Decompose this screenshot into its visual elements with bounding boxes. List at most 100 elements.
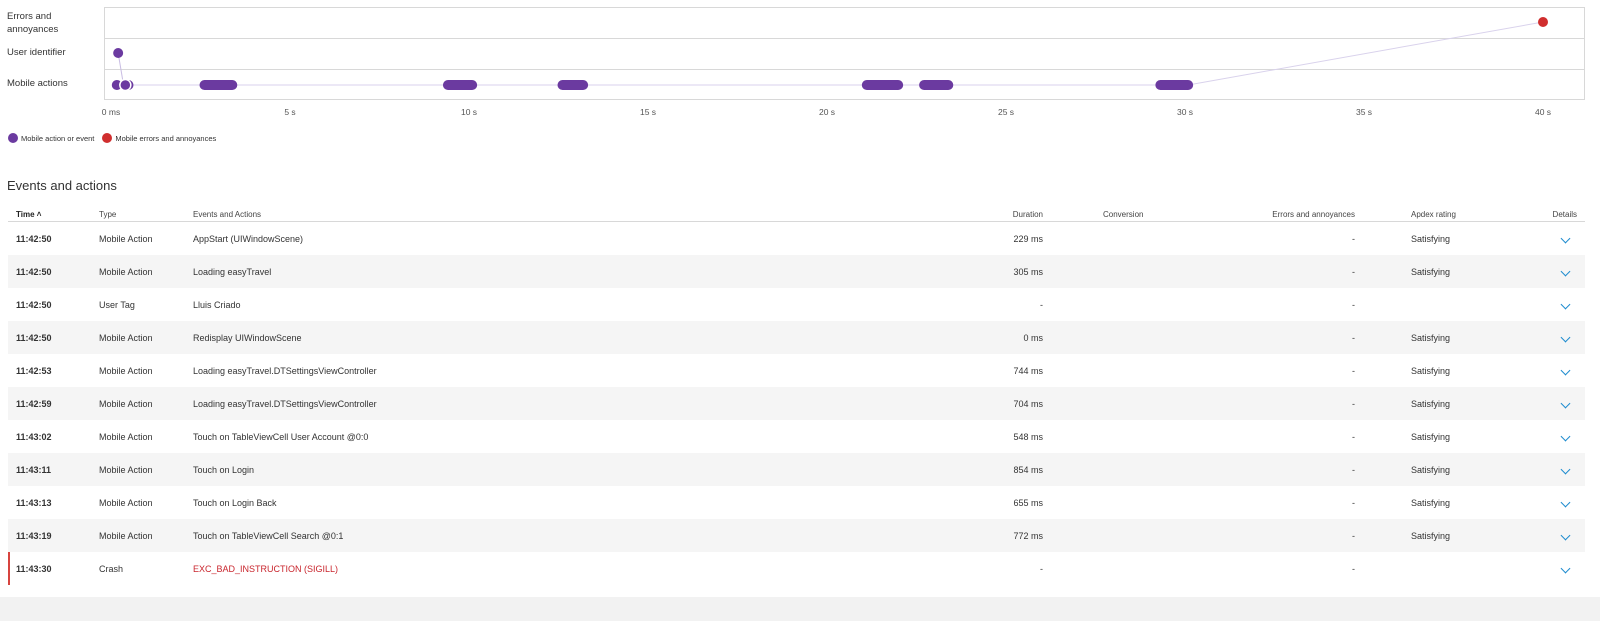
- event-name-cell[interactable]: Touch on Login: [185, 453, 935, 486]
- chevron-down-icon[interactable]: [1560, 266, 1571, 276]
- chevron-down-icon[interactable]: [1560, 431, 1571, 441]
- tick-label: 0 ms: [101, 107, 121, 117]
- conversion-cell: [1051, 453, 1237, 486]
- user-identifier-marker[interactable]: [113, 48, 124, 58]
- event-name-cell[interactable]: Lluis Criado: [185, 288, 935, 321]
- details-cell: [1529, 222, 1585, 256]
- chevron-down-icon[interactable]: [1560, 530, 1571, 540]
- details-cell: [1529, 486, 1585, 519]
- conversion-cell: [1051, 222, 1237, 256]
- details-cell: [1529, 255, 1585, 288]
- apdex-cell: [1363, 288, 1529, 321]
- table-row[interactable]: 11:42:50 Mobile Action Redisplay UIWindowS…: [8, 321, 1585, 354]
- apdex-cell: Satisfying: [1363, 321, 1529, 354]
- chevron-down-icon[interactable]: [1560, 365, 1571, 375]
- table-row[interactable]: 11:42:50 Mobile Action Loading easyTravel 3…: [8, 255, 1585, 288]
- event-name-cell[interactable]: Loading easyTravel.DTSettingsViewControl…: [185, 387, 935, 420]
- column-header-type[interactable]: Type: [91, 207, 185, 222]
- chevron-down-icon[interactable]: [1560, 299, 1571, 309]
- type-cell: Mobile Action: [99, 497, 153, 508]
- mobile-action-marker[interactable]: [119, 78, 132, 92]
- chevron-down-icon[interactable]: [1560, 233, 1571, 243]
- apdex-cell: Satisfying: [1411, 233, 1451, 244]
- table-row[interactable]: 11:43:11 Mobile Action Touch on Login 854 m…: [8, 453, 1585, 486]
- table-row-crash[interactable]: 11:43:30 Crash EXC_BAD_INSTRUCTION (SIGILL…: [8, 552, 1585, 585]
- tick-label: 40 s: [1534, 107, 1552, 117]
- details-cell: [1529, 288, 1585, 321]
- duration-cell: 704 ms: [935, 387, 1051, 420]
- column-header-errors[interactable]: Errors and annoyances: [1237, 207, 1363, 222]
- errors-cell: -: [1352, 563, 1355, 574]
- legend-item-actions[interactable]: Mobile action or event: [8, 133, 94, 143]
- chevron-down-icon[interactable]: [1560, 464, 1571, 474]
- event-name-cell[interactable]: Touch on Login Back: [185, 486, 935, 519]
- errors-cell: -: [1237, 255, 1363, 288]
- details-cell: [1529, 321, 1585, 354]
- type-cell: User Tag: [99, 299, 135, 310]
- event-name-cell[interactable]: Loading easyTravel: [185, 255, 935, 288]
- events-table: Time ˄ Type Events and Actions Duration …: [8, 207, 1585, 585]
- legend-label: Mobile errors and annoyances: [115, 133, 217, 143]
- type-cell: Mobile Action: [99, 365, 153, 376]
- type-cell: Mobile Action: [91, 321, 185, 354]
- chevron-down-icon[interactable]: [1560, 563, 1571, 573]
- errors-cell: -: [1237, 519, 1363, 552]
- table-row[interactable]: 11:42:50 Mobile Action AppStart (UIWindowS…: [8, 222, 1585, 256]
- duration-cell: -: [1040, 299, 1043, 310]
- section-title: Events and actions: [7, 178, 117, 193]
- errors-cell: -: [1352, 299, 1355, 310]
- errors-cell: -: [1237, 453, 1363, 486]
- chevron-down-icon[interactable]: [1560, 497, 1571, 507]
- conversion-cell: [1051, 387, 1237, 420]
- conversion-cell: [1051, 354, 1237, 387]
- time-cell: 11:43:02: [16, 431, 52, 442]
- table-row[interactable]: 11:42:59 Mobile Action Loading easyTravel.…: [8, 387, 1585, 420]
- column-header-events[interactable]: Events and Actions: [185, 207, 935, 222]
- column-header-duration[interactable]: Duration: [935, 207, 1051, 222]
- table-row[interactable]: 11:43:19 Mobile Action Touch on TableViewC…: [8, 519, 1585, 552]
- column-header-conversion[interactable]: Conversion: [1051, 207, 1237, 222]
- conversion-cell: [1051, 288, 1237, 321]
- time-cell: 11:43:13: [16, 497, 52, 508]
- apdex-cell: Satisfying: [1363, 387, 1529, 420]
- errors-cell: -: [1237, 387, 1363, 420]
- column-header-time[interactable]: Time ˄: [8, 207, 91, 222]
- time-cell: 11:42:50: [8, 255, 91, 288]
- column-header-apdex[interactable]: Apdex rating: [1363, 207, 1529, 222]
- apdex-cell: [1363, 552, 1529, 585]
- duration-cell: 655 ms: [1013, 497, 1043, 508]
- event-name-cell[interactable]: EXC_BAD_INSTRUCTION (SIGILL): [185, 552, 935, 585]
- time-cell: 11:42:59: [8, 387, 91, 420]
- duration-cell: 305 ms: [935, 255, 1051, 288]
- event-name-cell[interactable]: Touch on TableViewCell Search @0:1: [185, 519, 935, 552]
- table-row[interactable]: 11:42:50 User Tag Lluis Criado - -: [8, 288, 1585, 321]
- chevron-down-icon[interactable]: [1560, 398, 1571, 408]
- tick-label: 35 s: [1355, 107, 1373, 117]
- type-cell: Mobile Action: [91, 453, 185, 486]
- chevron-down-icon[interactable]: [1560, 332, 1571, 342]
- event-name-cell[interactable]: AppStart (UIWindowScene): [185, 222, 935, 256]
- timeline-connector-line[interactable]: [1188, 21, 1544, 86]
- errors-cell: -: [1352, 233, 1355, 244]
- sort-ascending-icon: ˄: [36, 209, 42, 219]
- type-cell: Crash: [99, 563, 124, 574]
- type-cell: Mobile Action: [91, 255, 185, 288]
- event-name-cell[interactable]: Touch on TableViewCell User Account @0:0: [185, 420, 935, 453]
- table-header-row: Time ˄ Type Events and Actions Duration …: [8, 207, 1585, 222]
- time-cell: 11:42:50: [16, 299, 52, 310]
- table-row[interactable]: 11:43:02 Mobile Action Touch on TableViewC…: [8, 420, 1585, 453]
- legend-item-errors[interactable]: Mobile errors and annoyances: [102, 133, 216, 143]
- table-row[interactable]: 11:43:13 Mobile Action Touch on Login Back…: [8, 486, 1585, 519]
- duration-cell: -: [1040, 563, 1043, 574]
- apdex-cell: Satisfying: [1363, 519, 1529, 552]
- apdex-cell: Satisfying: [1411, 431, 1451, 442]
- error-marker[interactable]: [1538, 17, 1548, 27]
- footer-bar: [0, 597, 1600, 621]
- details-cell: [1529, 387, 1585, 420]
- errors-cell: -: [1352, 497, 1355, 508]
- timeline-legend: Mobile action or event Mobile errors and…: [8, 133, 224, 143]
- conversion-cell: [1051, 486, 1237, 519]
- table-row[interactable]: 11:42:53 Mobile Action Loading easyTravel.…: [8, 354, 1585, 387]
- event-name-cell[interactable]: Redisplay UIWindowScene: [185, 321, 935, 354]
- event-name-cell[interactable]: Loading easyTravel.DTSettingsViewControl…: [185, 354, 935, 387]
